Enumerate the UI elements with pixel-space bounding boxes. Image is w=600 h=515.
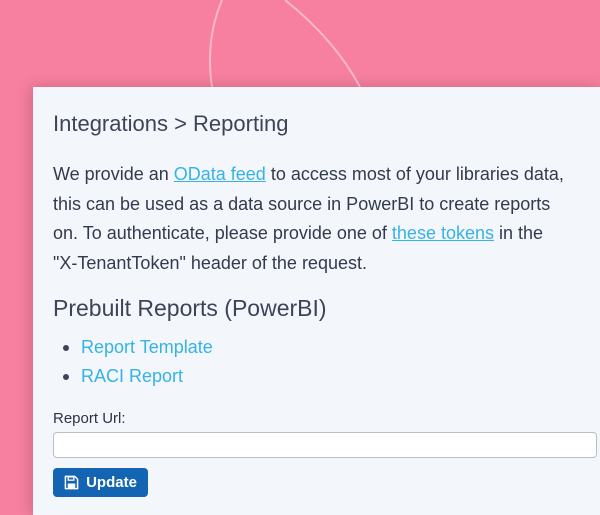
reporting-panel: Integrations > Reporting We provide an O… — [33, 87, 600, 515]
intro-line-1: We provide an OData feed to access most … — [53, 164, 564, 184]
raci-report-link[interactable]: RACI Report — [81, 366, 183, 386]
bullet-icon — [63, 374, 69, 380]
breadcrumb: Integrations > Reporting — [53, 111, 289, 136]
intro-line-3: on. To authenticate, please provide one … — [53, 223, 544, 243]
tokens-link[interactable]: these tokens — [392, 223, 494, 243]
update-button-label: Update — [86, 474, 137, 491]
prebuilt-reports-list: Report Template RACI Report — [63, 333, 213, 391]
intro-line-4: "X-TenantToken" header of the request. — [53, 252, 367, 273]
intro-line-2: this can be used as a data source in Pow… — [53, 193, 551, 214]
bullet-icon — [63, 345, 69, 351]
update-button[interactable]: Update — [53, 468, 148, 497]
intro-paragraph: We provide an OData feed to access most … — [53, 160, 600, 278]
report-template-link[interactable]: Report Template — [81, 337, 213, 357]
report-url-input[interactable] — [53, 432, 597, 458]
odata-feed-link[interactable]: OData feed — [174, 164, 266, 184]
list-item: Report Template — [63, 333, 213, 362]
list-item: RACI Report — [63, 362, 213, 391]
save-icon — [64, 475, 79, 490]
report-url-label: Report Url: — [53, 410, 126, 427]
prebuilt-reports-heading: Prebuilt Reports (PowerBI) — [53, 295, 327, 321]
